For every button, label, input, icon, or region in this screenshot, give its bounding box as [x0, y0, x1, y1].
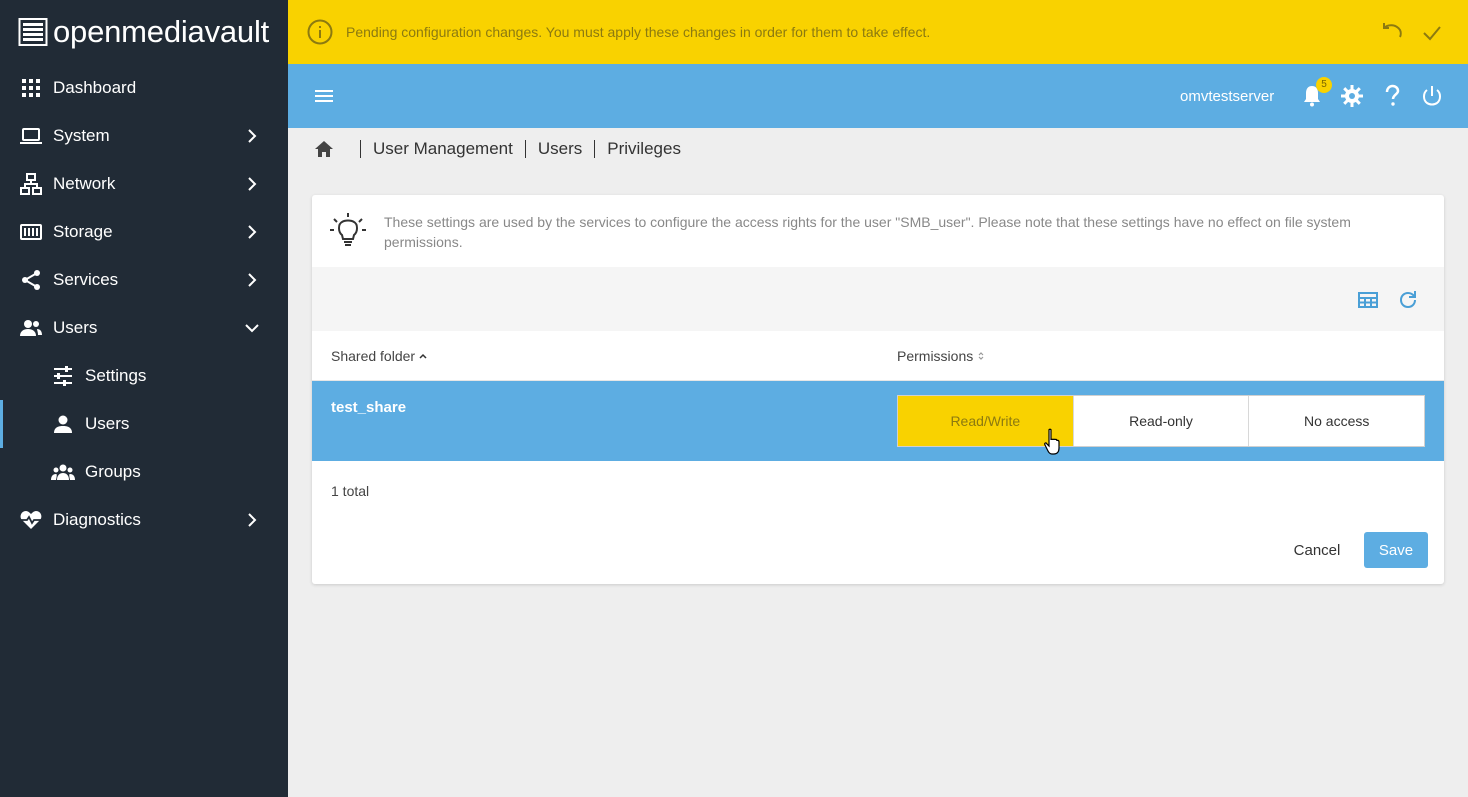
- shared-folder-name: test_share: [331, 399, 407, 416]
- table-row[interactable]: test_share Read/Write Read-only No acces…: [312, 381, 1444, 461]
- sidebar-item-label: Storage: [53, 222, 113, 241]
- column-header-permissions[interactable]: Permissions: [897, 348, 986, 364]
- sidebar-item-services[interactable]: Services: [0, 256, 288, 304]
- hand-cursor-icon: [1044, 428, 1060, 455]
- column-header-label: Permissions: [897, 348, 974, 364]
- network-icon: [20, 173, 42, 195]
- chevron-right-icon: [248, 513, 257, 527]
- hint-text: These settings are used by the services …: [384, 214, 1351, 250]
- sidebar-item-label: Network: [53, 174, 116, 193]
- save-button[interactable]: Save: [1364, 532, 1428, 568]
- sidebar-item-label: Dashboard: [53, 78, 137, 97]
- sidebar-item-groups[interactable]: Groups: [0, 448, 288, 496]
- table-columns-icon[interactable]: [1357, 289, 1379, 311]
- sidebar-item-network[interactable]: Network: [0, 160, 288, 208]
- sidebar-item-label: Settings: [85, 366, 147, 385]
- power-icon[interactable]: [1420, 84, 1444, 108]
- sort-ascending-icon: [419, 353, 427, 359]
- sidebar-item-users-group[interactable]: Users: [0, 304, 288, 352]
- hostname: omvtestserver: [1180, 88, 1275, 105]
- users-icon: [20, 320, 42, 336]
- info-icon: [307, 19, 333, 45]
- heart-pulse-icon: [20, 511, 42, 529]
- storage-icon: [20, 224, 42, 240]
- home-icon[interactable]: [314, 139, 334, 159]
- banner-message: Pending configuration changes. You must …: [346, 24, 931, 40]
- breadcrumb-separator: [594, 140, 596, 158]
- chevron-right-icon: [248, 273, 257, 287]
- sidebar-item-storage[interactable]: Storage: [0, 208, 288, 256]
- user-icon: [54, 415, 72, 433]
- lightbulb-icon: [330, 213, 366, 246]
- cancel-button[interactable]: Cancel: [1280, 532, 1354, 568]
- sidebar-item-label: Users: [53, 318, 98, 337]
- sidebar-item-system[interactable]: System: [0, 112, 288, 160]
- tune-icon: [54, 366, 72, 386]
- sidebar-item-users[interactable]: Users: [0, 400, 288, 448]
- column-header-label: Shared folder: [331, 348, 416, 364]
- apply-check-icon[interactable]: [1420, 21, 1444, 45]
- sidebar-item-diagnostics[interactable]: Diagnostics: [0, 496, 288, 544]
- row-total-count: 1 total: [331, 483, 370, 499]
- sidebar: openmediavault Dashboard System Network …: [0, 0, 288, 797]
- permission-no-access-option[interactable]: No access: [1249, 396, 1424, 446]
- breadcrumb-separator: [360, 140, 361, 158]
- pending-changes-banner: Pending configuration changes. You must …: [288, 0, 1468, 64]
- column-header-shared-folder[interactable]: Shared folder: [331, 348, 428, 364]
- app-logo[interactable]: openmediavault: [18, 14, 269, 50]
- breadcrumb-separator: [524, 140, 526, 158]
- refresh-icon[interactable]: [1397, 289, 1419, 311]
- breadcrumb-users[interactable]: Users: [538, 139, 582, 159]
- share-icon: [22, 270, 40, 290]
- chevron-right-icon: [248, 129, 257, 143]
- sort-icon: [978, 352, 984, 360]
- sidebar-item-label: Groups: [85, 462, 141, 481]
- permission-read-only-option[interactable]: Read-only: [1074, 396, 1250, 446]
- breadcrumb: User Management Users Privileges: [314, 136, 681, 162]
- groups-icon: [51, 464, 75, 480]
- sidebar-item-label: System: [53, 126, 110, 145]
- hint-panel: These settings are used by the services …: [312, 195, 1444, 267]
- breadcrumb-user-management[interactable]: User Management: [373, 139, 513, 159]
- undo-icon[interactable]: [1380, 21, 1404, 45]
- sidebar-item-label: Users: [85, 414, 130, 433]
- gear-icon[interactable]: [1340, 84, 1364, 108]
- breadcrumb-privileges: Privileges: [607, 139, 681, 158]
- hamburger-menu-icon[interactable]: [312, 84, 336, 108]
- sidebar-item-label: Services: [53, 270, 119, 289]
- permission-toggle-group: Read/Write Read-only No access: [897, 395, 1425, 447]
- notification-count-badge: 5: [1316, 77, 1332, 93]
- top-toolbar: omvtestserver 5: [288, 64, 1468, 128]
- chevron-right-icon: [248, 225, 257, 239]
- chevron-right-icon: [248, 177, 257, 191]
- sidebar-item-dashboard[interactable]: Dashboard: [0, 64, 288, 112]
- chevron-down-icon: [245, 324, 259, 333]
- table-header: Shared folder Permissions: [312, 331, 1444, 381]
- server-logo-icon: [18, 18, 48, 46]
- sidebar-item-settings[interactable]: Settings: [0, 352, 288, 400]
- privileges-card: These settings are used by the services …: [312, 195, 1444, 584]
- table-toolbar: [312, 267, 1444, 331]
- grid-icon: [22, 79, 40, 97]
- sidebar-item-label: Diagnostics: [53, 510, 141, 529]
- laptop-icon: [20, 128, 42, 144]
- logo-text: openmediavault: [53, 14, 270, 49]
- help-icon[interactable]: [1380, 84, 1404, 108]
